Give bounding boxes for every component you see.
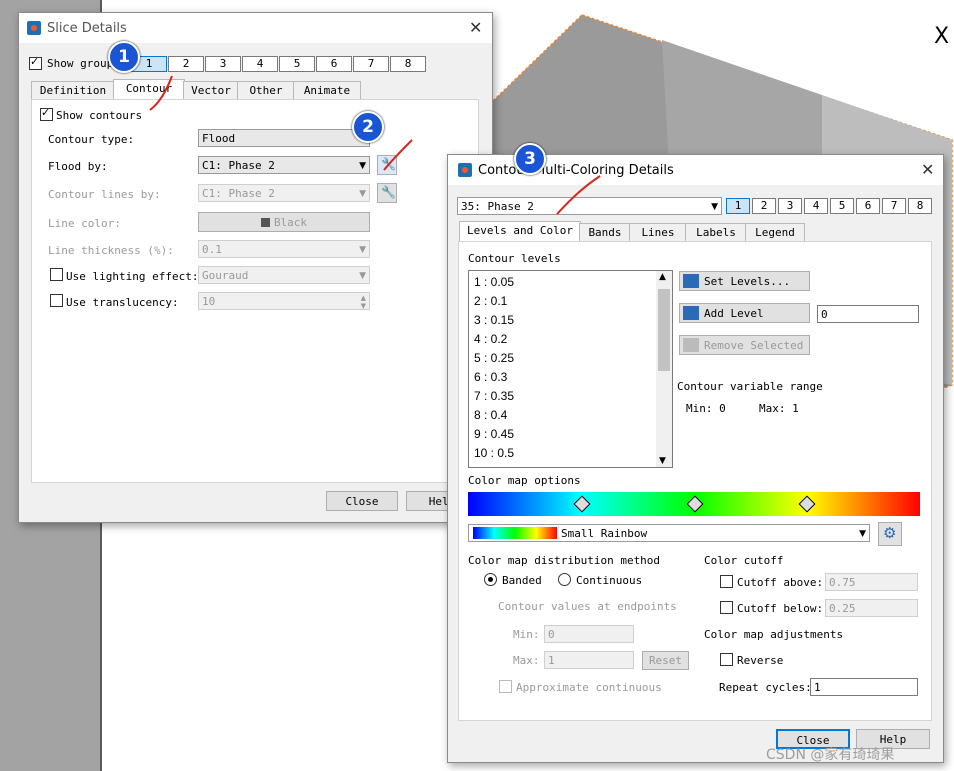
- annotation-marker-3: 3: [514, 143, 546, 175]
- watermark: CSDN @家有琦琦果: [766, 747, 895, 763]
- annotation-strokes: [149, 75, 601, 215]
- annotation-marker-1: 1: [108, 41, 140, 73]
- annotation-marker-2: 2: [352, 111, 384, 143]
